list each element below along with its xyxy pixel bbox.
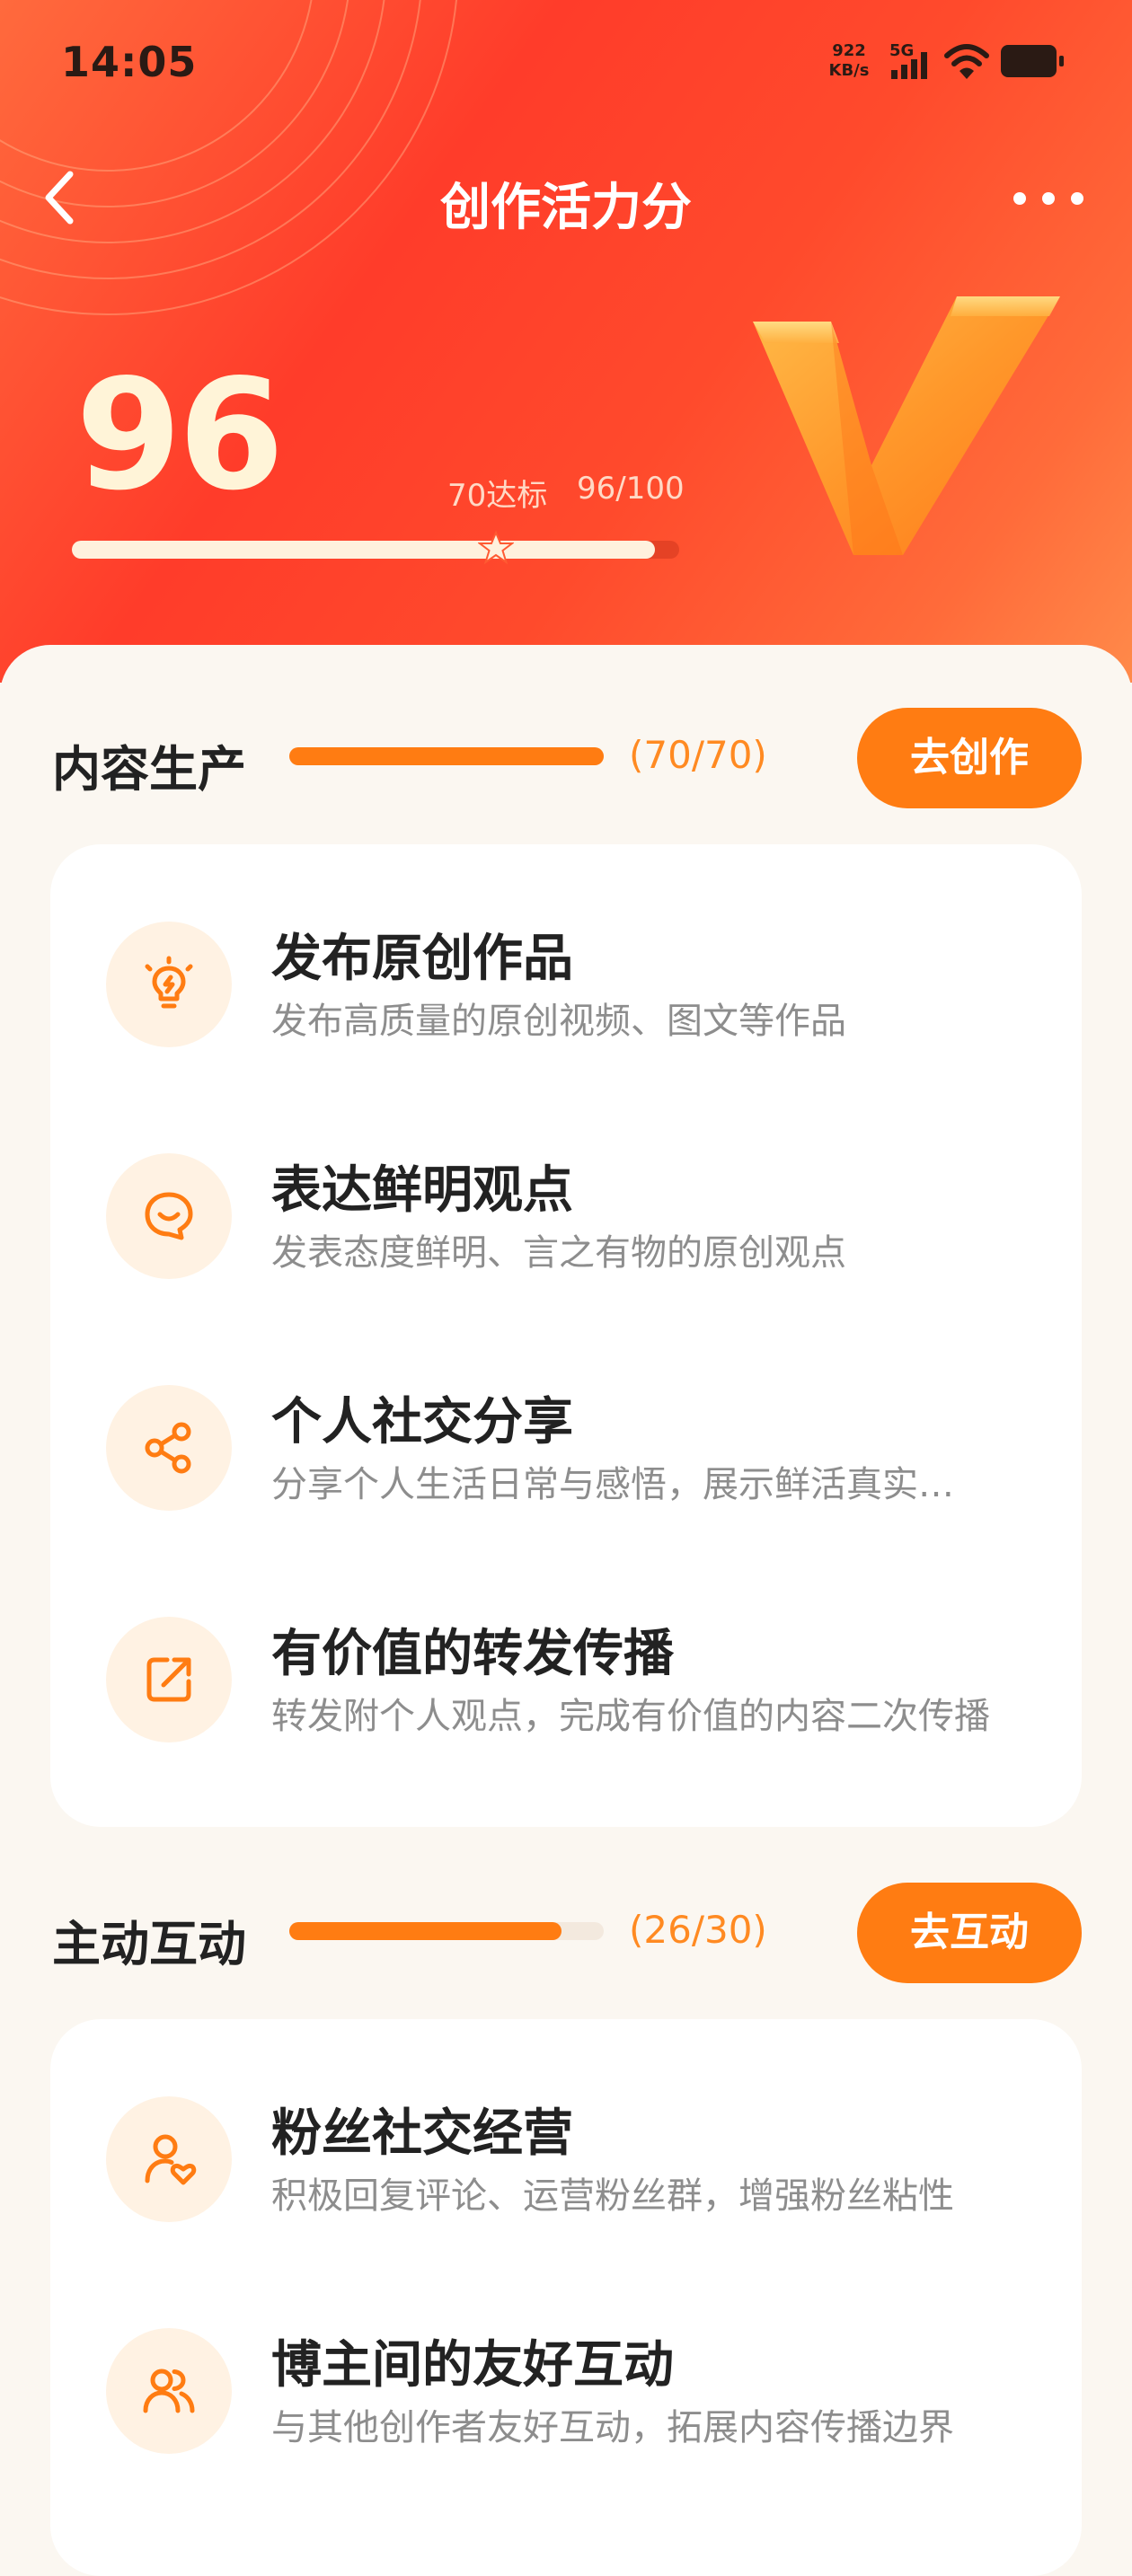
item-title: 表达鲜明观点 bbox=[271, 1161, 573, 1220]
section-count: (70/70) bbox=[629, 733, 767, 777]
task-card-active-interaction: 粉丝社交经营 积极回复评论、运营粉丝群，增强粉丝粘性 博主间的友好互动 与其他创… bbox=[50, 2019, 1082, 2576]
signal-icon: 5G bbox=[889, 41, 927, 79]
score-ratio: 96/100 bbox=[577, 471, 685, 507]
list-item[interactable]: 表达鲜明观点 发表态度鲜明、言之有物的原创观点 bbox=[50, 1123, 1082, 1302]
section-title: 主动互动 bbox=[52, 1916, 246, 1972]
threshold-label: 70达标 bbox=[447, 478, 548, 514]
section-progress-fill bbox=[289, 747, 604, 765]
item-desc: 分享个人生活日常与感悟，展示鲜活真实… bbox=[271, 1464, 954, 1505]
list-item[interactable]: 粉丝社交经营 积极回复评论、运营粉丝群，增强粉丝粘性 bbox=[50, 2066, 1082, 2245]
list-item[interactable]: 个人社交分享 分享个人生活日常与感悟，展示鲜活真实… bbox=[50, 1354, 1082, 1534]
item-desc: 积极回复评论、运营粉丝群，增强粉丝粘性 bbox=[271, 2175, 954, 2217]
smile-chat-icon bbox=[145, 1192, 193, 1240]
network-speed-value: 922 bbox=[832, 41, 866, 60]
more-dots-icon bbox=[1013, 192, 1026, 205]
users-icon bbox=[143, 2369, 195, 2413]
section-header-active-interaction: 主动互动 (26/30) 去互动 bbox=[0, 1877, 1132, 1985]
task-card-content-production: 发布原创作品 发布高质量的原创视频、图文等作品 表达鲜明观点 发表态度鲜明、言之… bbox=[50, 844, 1082, 1827]
hero-header: 14:05 922 KB/s 5G 创作活力分 96 70达标 96/100 bbox=[0, 0, 1132, 683]
item-desc: 发布高质量的原创视频、图文等作品 bbox=[271, 1001, 846, 1042]
score-progress-fill bbox=[72, 541, 655, 559]
item-desc: 发表态度鲜明、言之有物的原创观点 bbox=[271, 1232, 846, 1274]
item-title: 个人社交分享 bbox=[271, 1393, 573, 1451]
list-item[interactable]: 博主间的友好互动 与其他创作者友好互动，拓展内容传播边界 bbox=[50, 2298, 1082, 2477]
item-desc: 与其他创作者友好互动，拓展内容传播边界 bbox=[271, 2407, 954, 2448]
network-speed: 922 KB/s bbox=[825, 41, 873, 81]
go-create-button[interactable]: 去创作 bbox=[857, 708, 1082, 808]
item-title: 博主间的友好互动 bbox=[271, 2336, 674, 2395]
list-item[interactable]: 有价值的转发传播 转发附个人观点，完成有价值的内容二次传播 bbox=[50, 1586, 1082, 1766]
share-icon bbox=[145, 1422, 191, 1474]
item-title: 发布原创作品 bbox=[271, 930, 573, 988]
status-time: 14:05 bbox=[61, 38, 198, 86]
page-title: 创作活力分 bbox=[440, 179, 692, 237]
v-badge-logo bbox=[753, 296, 1060, 555]
go-interact-button[interactable]: 去互动 bbox=[857, 1883, 1082, 1983]
item-desc: 转发附个人观点，完成有价值的内容二次传播 bbox=[271, 1696, 990, 1737]
item-title: 有价值的转发传播 bbox=[271, 1625, 674, 1683]
status-bar: 14:05 922 KB/s 5G bbox=[0, 0, 1132, 126]
content-panel: 内容生产 (70/70) 去创作 发布原创作品 发布高质量的原创视频、图文等作品 bbox=[0, 645, 1132, 2576]
item-title: 粉丝社交经营 bbox=[271, 2104, 573, 2163]
battery-icon bbox=[1001, 45, 1064, 77]
threshold-star-icon bbox=[478, 530, 514, 565]
forward-icon bbox=[146, 1657, 191, 1702]
score-value: 96 bbox=[75, 347, 285, 525]
section-progress-fill bbox=[289, 1922, 562, 1940]
network-type: 5G bbox=[889, 41, 914, 60]
section-header-content-production: 内容生产 (70/70) 去创作 bbox=[0, 702, 1132, 810]
fan-heart-icon bbox=[145, 2134, 197, 2185]
network-speed-unit: KB/s bbox=[828, 61, 870, 80]
section-title: 内容生产 bbox=[52, 741, 246, 798]
section-count: (26/30) bbox=[629, 1908, 767, 1952]
lightbulb-icon bbox=[145, 956, 193, 1009]
more-button[interactable] bbox=[1008, 171, 1087, 225]
wifi-icon bbox=[944, 44, 989, 79]
list-item[interactable]: 发布原创作品 发布高质量的原创视频、图文等作品 bbox=[50, 891, 1082, 1071]
